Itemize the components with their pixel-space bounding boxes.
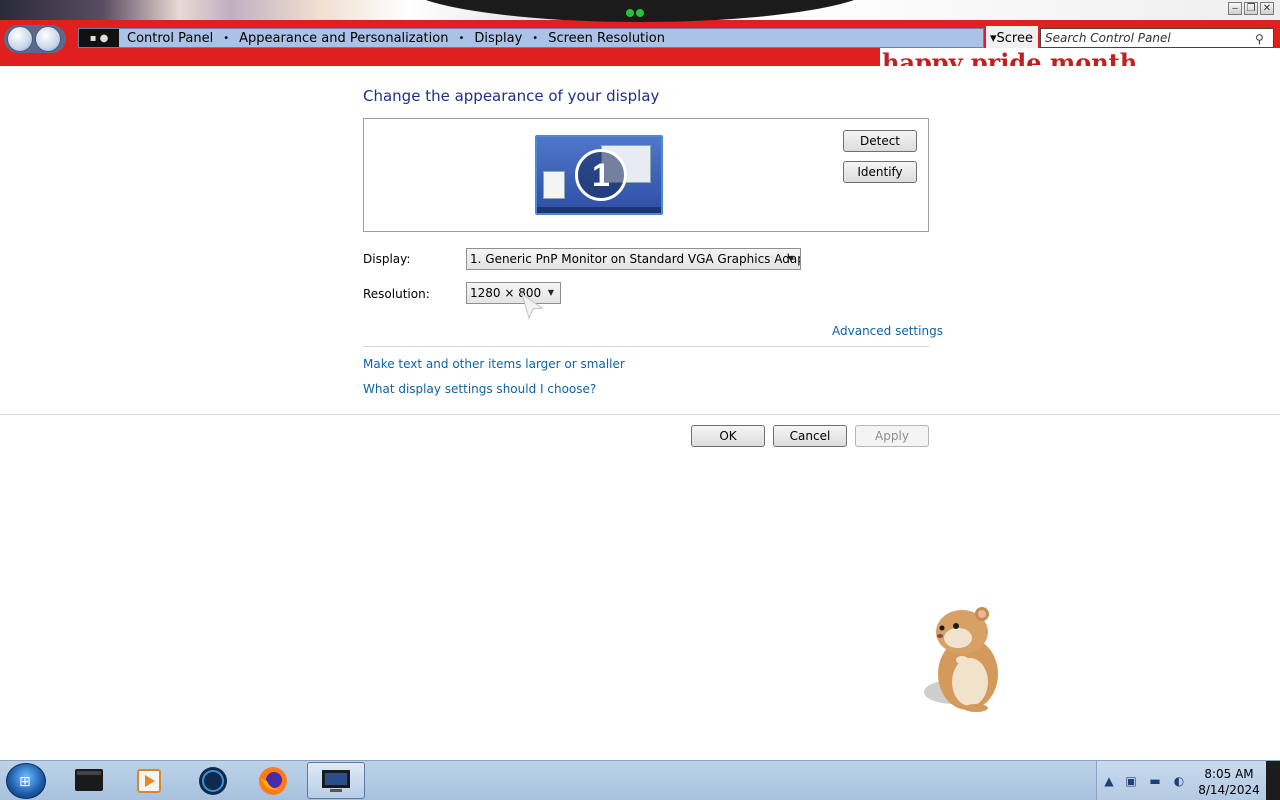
tray-app-icon[interactable]: ▣ xyxy=(1123,773,1139,789)
monitor-arrangement-panel: 1 Detect Identify xyxy=(363,118,929,232)
search-icon[interactable]: ⚲ xyxy=(1255,30,1271,46)
taskbar-item-screen-resolution[interactable] xyxy=(307,762,365,799)
monitor-number: 1 xyxy=(575,149,627,201)
address-dropdown-text: Scree xyxy=(996,30,1033,46)
page-title: Change the appearance of your display xyxy=(363,87,660,105)
display-settings-icon xyxy=(322,769,350,792)
clock[interactable]: 8:05 AM 8/14/2024 xyxy=(1196,766,1262,798)
ok-button[interactable]: OK xyxy=(691,425,765,447)
search-placeholder: Search Control Panel xyxy=(1045,31,1171,45)
taskbar-item-terminal[interactable] xyxy=(60,762,118,799)
volume-icon[interactable]: ◐ xyxy=(1171,773,1187,789)
chevron-down-icon: ▼ xyxy=(547,288,554,297)
breadcrumb-control-panel[interactable]: Control Panel xyxy=(123,31,217,46)
clock-time: 8:05 AM xyxy=(1204,767,1254,781)
display-select-value: 1. Generic PnP Monitor on Standard VGA G… xyxy=(470,252,801,266)
hamster-desktop-pet-icon[interactable] xyxy=(918,604,1010,712)
display-label: Display: xyxy=(363,252,411,266)
advanced-settings-link[interactable]: Advanced settings xyxy=(832,324,943,338)
taskbar-item-firefox[interactable] xyxy=(244,762,302,799)
search-input[interactable]: Search Control Panel ⚲ xyxy=(1040,28,1274,48)
taskbar-item-media-player[interactable] xyxy=(120,762,178,799)
window-titlebar: ‒ ❐ ✕ ▪ ● Control Panel • Appearance and… xyxy=(0,0,1280,66)
display-select[interactable]: 1. Generic PnP Monitor on Standard VGA G… xyxy=(466,248,801,270)
back-button[interactable] xyxy=(7,26,33,52)
show-desktop-button[interactable] xyxy=(1266,761,1280,800)
text-size-link[interactable]: Make text and other items larger or smal… xyxy=(363,357,625,371)
breadcrumb-display[interactable]: Display xyxy=(470,31,526,46)
maximize-button[interactable]: ❐ xyxy=(1244,2,1258,15)
banner-text: happy pride month xyxy=(880,48,1280,66)
apply-button[interactable]: Apply xyxy=(855,425,929,447)
footer-divider xyxy=(0,414,1280,415)
start-button[interactable]: ⊞ xyxy=(6,763,46,799)
address-bar[interactable]: ▪ ● Control Panel • Appearance and Perso… xyxy=(78,28,984,48)
terminal-app-icon xyxy=(75,768,103,791)
detect-button[interactable]: Detect xyxy=(843,130,917,152)
firefox-icon xyxy=(259,766,287,795)
resolution-label: Resolution: xyxy=(363,287,430,301)
breadcrumb-screen-resolution[interactable]: Screen Resolution xyxy=(544,31,669,46)
divider xyxy=(363,346,929,347)
windows-logo-icon: ⊞ xyxy=(19,774,31,790)
minimize-button[interactable]: ‒ xyxy=(1228,2,1242,15)
tray-expand-icon[interactable]: ▲ xyxy=(1101,773,1117,789)
taskbar-item-globe[interactable] xyxy=(184,762,242,799)
breadcrumb-separator[interactable]: • xyxy=(526,33,544,44)
breadcrumb-appearance[interactable]: Appearance and Personalization xyxy=(235,31,452,46)
notch-lights xyxy=(626,6,654,17)
forward-button[interactable] xyxy=(35,26,61,52)
control-panel-icon: ▪ ● xyxy=(79,29,119,47)
globe-icon xyxy=(199,766,227,795)
nav-buttons xyxy=(4,25,66,53)
identify-button[interactable]: Identify xyxy=(843,161,917,183)
address-history-dropdown[interactable]: ▾ Scree xyxy=(986,26,1038,50)
close-button[interactable]: ✕ xyxy=(1260,2,1274,15)
mouse-cursor-icon xyxy=(521,292,544,320)
cancel-button[interactable]: Cancel xyxy=(773,425,847,447)
monitor-1-thumbnail[interactable]: 1 xyxy=(535,135,663,215)
clock-date: 8/14/2024 xyxy=(1198,783,1260,797)
menu-strip xyxy=(0,52,870,66)
media-player-icon xyxy=(137,768,161,793)
breadcrumb-separator[interactable]: • xyxy=(217,33,235,44)
chevron-down-icon: ▼ xyxy=(787,254,794,263)
display-help-link[interactable]: What display settings should I choose? xyxy=(363,382,596,396)
breadcrumb-separator[interactable]: • xyxy=(452,33,470,44)
taskbar: ⊞ ▲ ▣ ▬ ◐ 8:05 AM 8/14/2024 xyxy=(0,760,1280,800)
window-controls: ‒ ❐ ✕ xyxy=(1228,2,1274,15)
network-icon[interactable]: ▬ xyxy=(1147,773,1163,789)
resolution-select[interactable]: 1280 × 800 ▼ xyxy=(466,282,561,304)
